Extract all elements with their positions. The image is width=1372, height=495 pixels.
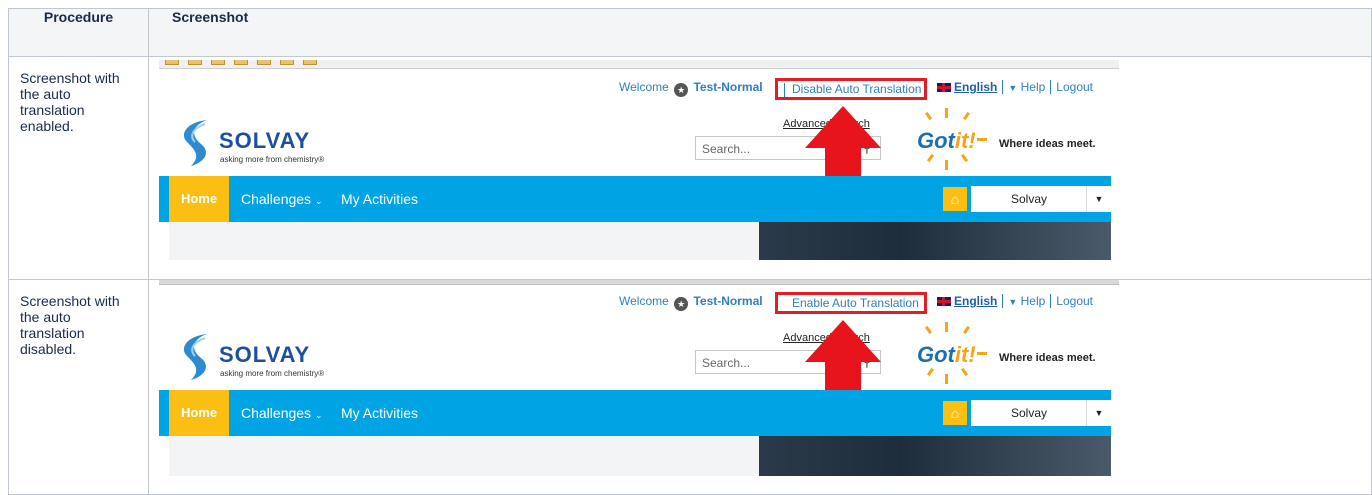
brand-name: SOLVAY [219,128,311,153]
home-icon[interactable]: ⌂ [943,187,967,211]
welcome-text: Welcome [619,294,669,308]
nav-home[interactable]: Home [169,176,229,222]
language-links: English ▼ Help Logout [937,294,1093,308]
uk-flag-icon [937,83,951,92]
language-links: English ▼ Help Logout [937,80,1093,94]
enable-auto-translation-link[interactable]: Enable Auto Translation [792,296,919,310]
welcome-text: Welcome [619,80,669,94]
dropdown-arrow-icon[interactable]: ▼ [1086,400,1111,426]
brand-name: SOLVAY [219,342,311,367]
brand-tagline: asking more from chemistry® [220,369,325,378]
gotit-tagline: Where ideas meet. [999,138,1096,150]
logout-link[interactable]: Logout [1056,294,1093,308]
gotit-logo-icon: Gotit! Where ideas meet. [917,108,1107,170]
community-select[interactable]: Solvay ▼ [971,400,1111,426]
translation-link-highlight[interactable]: Disable Auto Translation [775,78,927,100]
chevron-down-icon[interactable]: ▼ [1008,83,1017,93]
help-link[interactable]: Help [1021,294,1046,308]
embedded-screenshot-enabled: Welcome ★ Test-Normal Disable Auto Trans… [159,60,1119,260]
username[interactable]: Test-Normal [693,80,762,94]
gotit-logo-icon: Gotit! Where ideas meet. [917,322,1107,384]
community-select[interactable]: Solvay ▼ [971,186,1111,212]
nav-home[interactable]: Home [169,390,229,436]
solvay-logo-icon [183,120,207,166]
screenshot-cell-disabled: Welcome ★ Test-Normal Enable Auto Transl… [148,279,1372,495]
gotit-tagline: Where ideas meet. [999,352,1096,364]
language-link[interactable]: English [954,294,997,308]
username[interactable]: Test-Normal [693,294,762,308]
header-procedure: Procedure [8,8,149,57]
content-strip [169,222,759,260]
dropdown-arrow-icon[interactable]: ▼ [1086,186,1111,212]
logout-link[interactable]: Logout [1056,80,1093,94]
help-link[interactable]: Help [1021,80,1046,94]
chevron-down-icon: ⌄ [314,196,323,206]
procedure-table: Procedure Screenshot Screenshot with the… [8,8,1372,495]
banner-image [759,222,1111,260]
user-icon: ★ [674,297,689,311]
nav-challenges[interactable]: Challenges ⌄ [241,176,323,224]
nav-my-activities[interactable]: My Activities [341,390,418,436]
home-icon[interactable]: ⌂ [943,401,967,425]
banner-image [759,436,1111,476]
user-icon: ★ [674,83,689,97]
translation-link-highlight[interactable]: Enable Auto Translation [775,292,927,314]
embedded-screenshot-disabled: Welcome ★ Test-Normal Enable Auto Transl… [159,280,1119,480]
disable-auto-translation-link[interactable]: Disable Auto Translation [792,82,921,96]
procedure-cell-enabled: Screenshot with the auto translation ena… [8,56,149,280]
main-navbar: Home Challenges ⌄ My Activities ⌂ Solvay… [159,390,1111,436]
nav-challenges[interactable]: Challenges ⌄ [241,390,323,438]
screenshot-cell-enabled: Welcome ★ Test-Normal Disable Auto Trans… [148,56,1372,280]
nav-my-activities[interactable]: My Activities [341,176,418,222]
procedure-cell-disabled: Screenshot with the auto translation dis… [8,279,149,495]
bookmarks-bar [159,60,1119,69]
solvay-logo-icon [183,334,207,380]
header-screenshot: Screenshot [148,8,1372,57]
browser-chrome-edge [159,280,1119,285]
uk-flag-icon [937,297,951,306]
main-navbar: Home Challenges ⌄ My Activities ⌂ Solvay… [159,176,1111,222]
chevron-down-icon[interactable]: ▼ [1008,297,1017,307]
language-link[interactable]: English [954,80,997,94]
content-strip [169,436,759,476]
brand-tagline: asking more from chemistry® [220,155,325,164]
chevron-down-icon: ⌄ [314,410,323,420]
